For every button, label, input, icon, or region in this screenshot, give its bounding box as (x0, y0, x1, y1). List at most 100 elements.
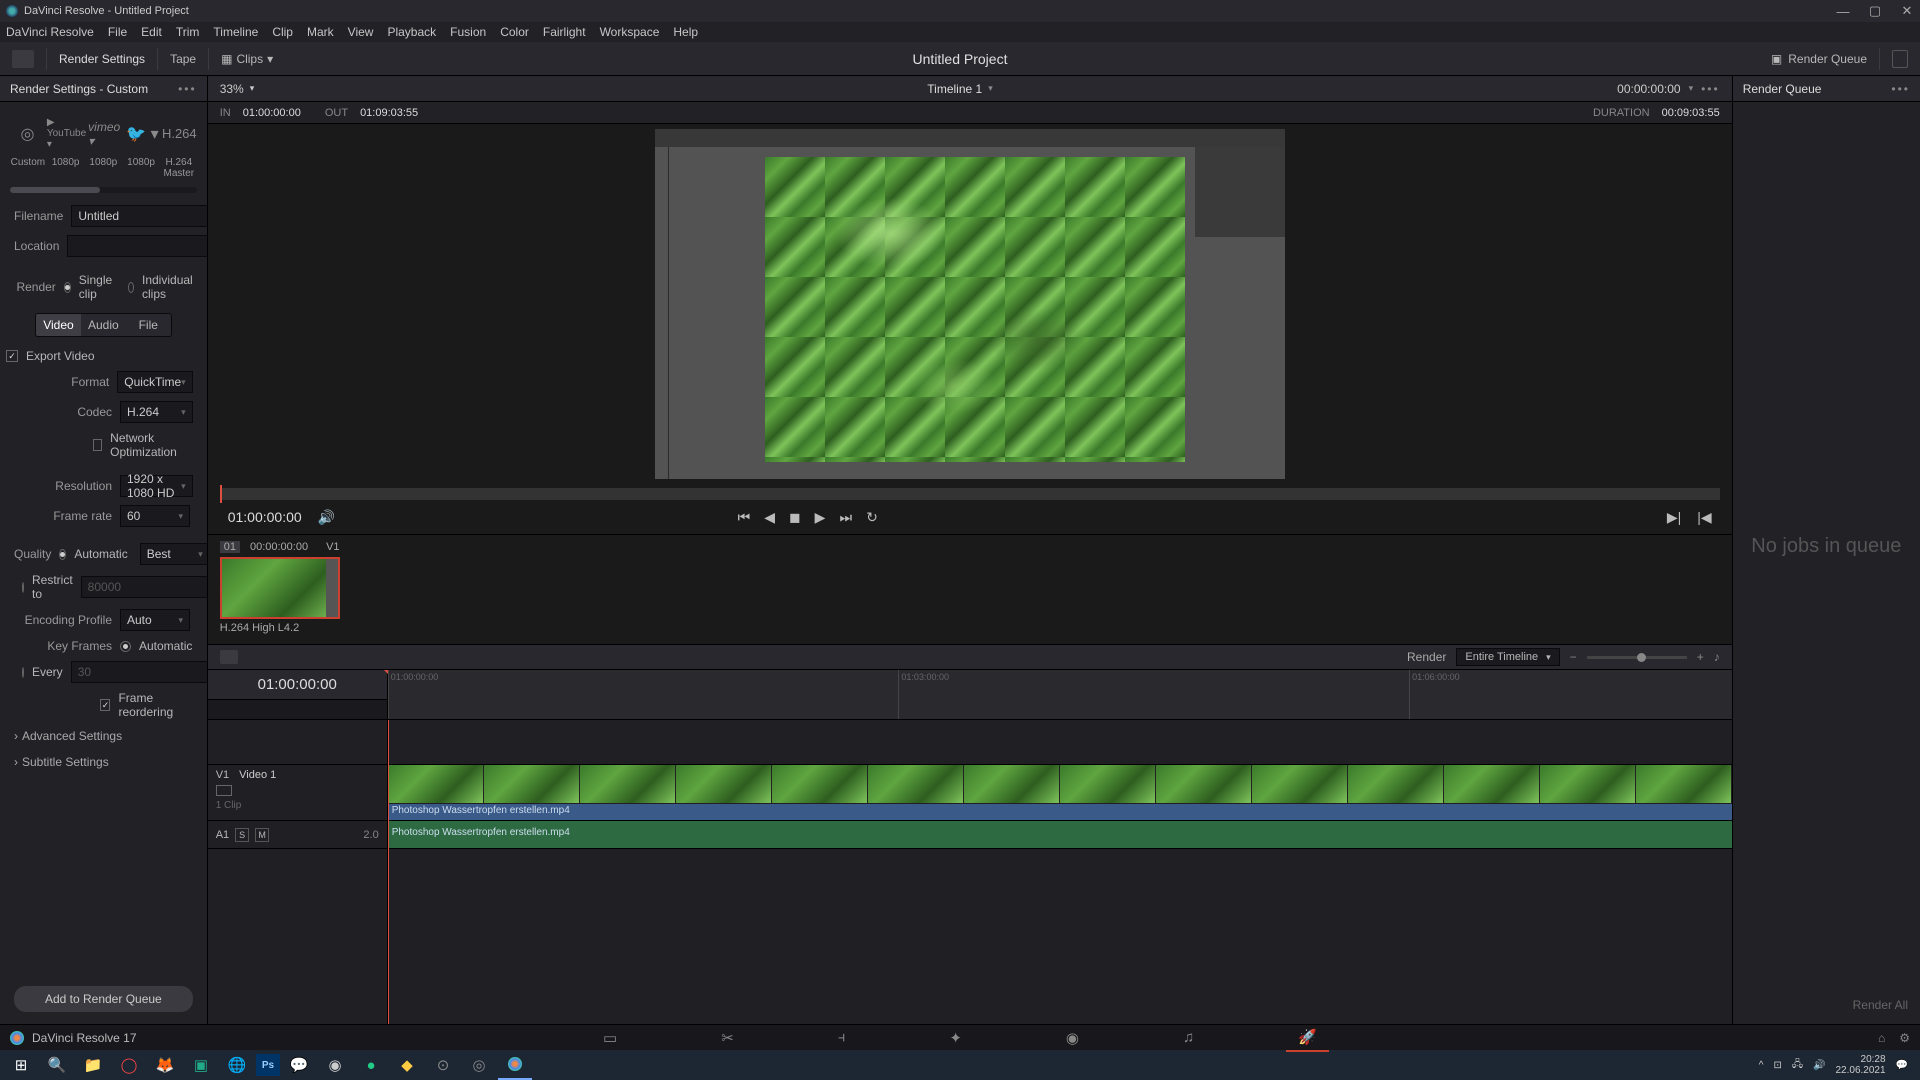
single-clip-radio[interactable] (64, 282, 71, 293)
network-opt-check[interactable] (93, 439, 102, 451)
tab-video[interactable]: Video (36, 314, 81, 336)
tray-drive-icon[interactable]: ⊡ (1773, 1060, 1781, 1071)
subtitle-settings-toggle[interactable]: ›Subtitle Settings (0, 749, 207, 775)
app-icon-2[interactable]: ● (354, 1050, 388, 1080)
minimize-button[interactable]: — (1836, 4, 1850, 18)
quality-auto-radio[interactable] (59, 549, 66, 560)
location-input[interactable] (67, 235, 207, 257)
tray-volume-icon[interactable]: 🔊 (1813, 1060, 1825, 1071)
tape-toggle[interactable]: Tape (170, 52, 196, 66)
preset-h264[interactable]: H.264 (162, 110, 197, 157)
audio-clip[interactable]: Photoshop Wassertropfen erstellen.mp4 (388, 821, 1732, 849)
framerate-select[interactable]: 60▾ (120, 505, 190, 527)
menu-help[interactable]: Help (673, 25, 698, 39)
steam-icon[interactable]: ◉ (318, 1050, 352, 1080)
page-media[interactable]: ▭ (591, 1025, 629, 1051)
explorer-icon[interactable]: 📁 (76, 1050, 110, 1080)
menu-playback[interactable]: Playback (387, 25, 436, 39)
app-icon-1[interactable]: ▣ (184, 1050, 218, 1080)
menu-clip[interactable]: Clip (272, 25, 293, 39)
firefox-icon[interactable]: 🦊 (148, 1050, 182, 1080)
maximize-button[interactable]: ▢ (1868, 4, 1882, 18)
preset-youtube[interactable]: ▶ YouTube ▾ (47, 110, 86, 157)
viewer-options-icon[interactable]: ••• (1701, 82, 1720, 96)
menu-app[interactable]: DaVinci Resolve (6, 25, 94, 39)
page-fusion[interactable]: ✦ (937, 1025, 974, 1051)
page-color[interactable]: ◉ (1054, 1025, 1091, 1051)
restrict-radio[interactable] (22, 582, 24, 593)
obs-icon[interactable]: ◎ (462, 1050, 496, 1080)
notifications-icon[interactable]: 💬 (1896, 1060, 1908, 1071)
menu-view[interactable]: View (348, 25, 374, 39)
render-settings-toggle[interactable]: Render Settings (59, 52, 145, 66)
step-back-button[interactable]: ◀ (764, 509, 775, 526)
tray-chevron-icon[interactable]: ^ (1759, 1060, 1764, 1071)
timeline-name[interactable]: Timeline 1▾ (927, 82, 992, 96)
track-enable-toggle[interactable] (216, 785, 232, 796)
opera-icon[interactable]: ◯ (112, 1050, 146, 1080)
close-button[interactable]: ✕ (1900, 4, 1914, 18)
tab-audio[interactable]: Audio (81, 314, 126, 336)
keyframes-n-input[interactable] (71, 661, 208, 683)
play-button[interactable]: ▶ (815, 509, 826, 526)
preset-twitter[interactable]: 🐦 ▾ (125, 110, 160, 157)
menu-trim[interactable]: Trim (176, 25, 200, 39)
expand-icon[interactable] (1892, 50, 1908, 68)
deliver-icon[interactable] (12, 50, 34, 68)
resolve-taskbar-icon[interactable] (498, 1050, 532, 1080)
chrome-icon[interactable]: 🌐 (220, 1050, 254, 1080)
volume-icon[interactable]: 🔊 (318, 509, 335, 526)
clips-toggle[interactable]: ▦ Clips ▾ (221, 52, 273, 66)
preset-scrollbar[interactable] (10, 187, 197, 193)
go-end-button[interactable]: ⏭ (839, 509, 852, 526)
tl-zoom-slider[interactable] (1587, 656, 1687, 659)
individual-clips-radio[interactable] (128, 282, 134, 293)
page-cut[interactable]: ✂ (709, 1025, 746, 1051)
page-edit[interactable]: ⫞ (826, 1025, 858, 1050)
panel-options-icon[interactable]: ••• (178, 82, 197, 96)
tray-network-icon[interactable]: 🖧 (1792, 1057, 1803, 1074)
stop-button[interactable]: ◼ (789, 509, 801, 526)
menu-color[interactable]: Color (500, 25, 529, 39)
timeline-view-icon[interactable] (220, 650, 238, 664)
page-fairlight[interactable]: ♫ (1171, 1025, 1206, 1050)
frame-reorder-check[interactable]: ✓ (100, 699, 110, 711)
video-clip[interactable]: Photoshop Wassertropfen erstellen.mp4 (388, 765, 1732, 821)
prev-clip-button[interactable]: |◀ (1697, 509, 1711, 526)
quality-select[interactable]: Best▾ (140, 543, 208, 565)
start-button[interactable]: ⊞ (4, 1050, 38, 1080)
preset-custom[interactable]: ◎ (10, 110, 45, 157)
enc-profile-select[interactable]: Auto▾ (120, 609, 190, 631)
preset-vimeo[interactable]: vimeo ▾ (88, 110, 123, 157)
menu-fairlight[interactable]: Fairlight (543, 25, 586, 39)
viewer-scrubber[interactable] (220, 488, 1720, 500)
menu-edit[interactable]: Edit (141, 25, 162, 39)
render-queue-toggle[interactable]: ▣ Render Queue (1771, 52, 1867, 66)
page-deliver[interactable]: 🚀 (1286, 1024, 1329, 1052)
loop-button[interactable]: ↻ (866, 509, 878, 526)
discord-icon[interactable]: 💬 (282, 1050, 316, 1080)
zoom-out-button[interactable]: − (1570, 650, 1577, 664)
next-clip-button[interactable]: ▶| (1667, 509, 1681, 526)
export-video-check[interactable]: ✓ (6, 350, 18, 362)
home-icon[interactable]: ⌂ (1878, 1031, 1885, 1045)
menu-workspace[interactable]: Workspace (600, 25, 660, 39)
tab-file[interactable]: File (126, 314, 171, 336)
source-clip-thumb[interactable] (220, 557, 340, 619)
zoom-in-button[interactable]: + (1697, 650, 1704, 664)
playhead[interactable] (388, 670, 389, 1024)
menu-mark[interactable]: Mark (307, 25, 334, 39)
app-icon-3[interactable]: ◆ (390, 1050, 424, 1080)
add-to-render-queue-button[interactable]: Add to Render Queue (14, 986, 193, 1012)
mute-button[interactable]: M (255, 828, 269, 842)
codec-select[interactable]: H.264▾ (120, 401, 193, 423)
resolution-select[interactable]: 1920 x 1080 HD▾ (120, 475, 193, 497)
settings-icon[interactable]: ⚙ (1899, 1031, 1910, 1045)
audio-track-header[interactable]: A1 S M 2.0 (208, 821, 387, 849)
keyframes-every-radio[interactable] (22, 667, 24, 678)
audio-icon[interactable]: ♪ (1714, 650, 1720, 664)
solo-button[interactable]: S (235, 828, 249, 842)
video-track-header[interactable]: V1 Video 1 1 Clip (208, 765, 387, 821)
search-icon[interactable]: 🔍 (40, 1050, 74, 1080)
menu-fusion[interactable]: Fusion (450, 25, 486, 39)
